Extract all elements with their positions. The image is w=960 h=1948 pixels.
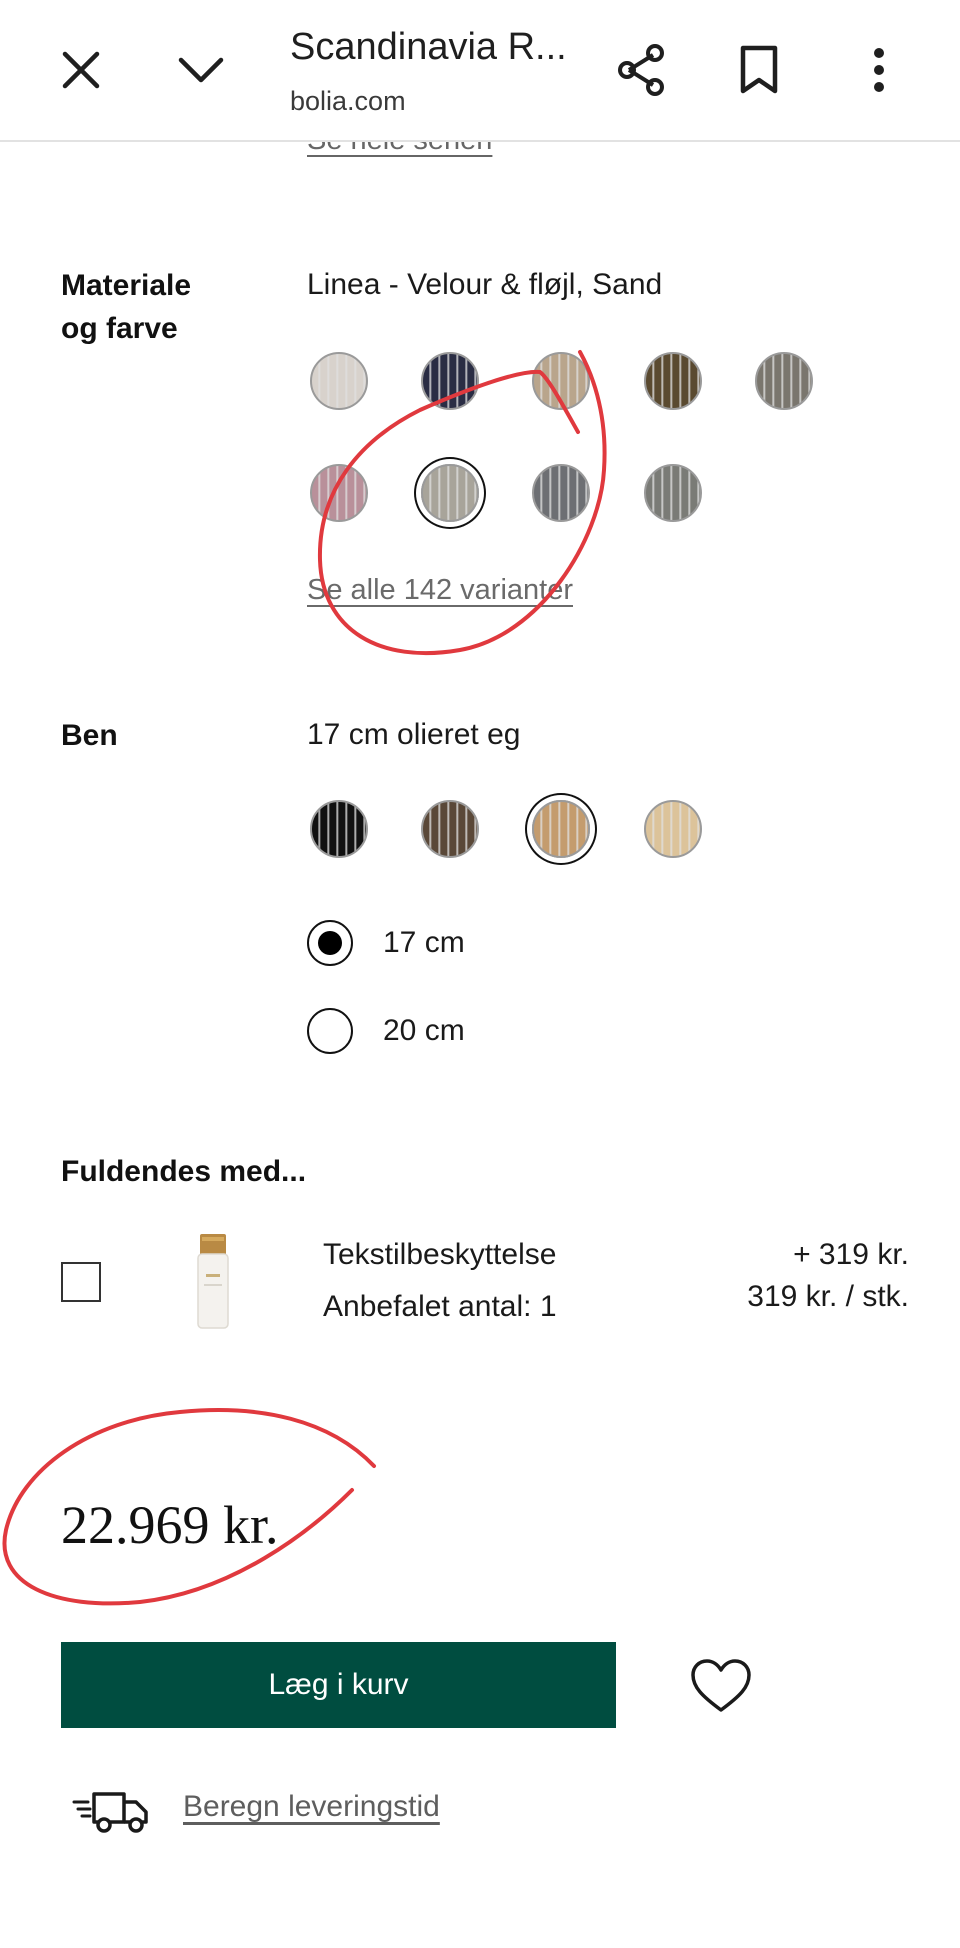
- legs-swatch-4[interactable]: [644, 800, 702, 858]
- see-all-variants-link[interactable]: Se alle 142 varianter: [307, 574, 573, 607]
- truck-icon: [72, 1788, 152, 1834]
- page-title[interactable]: Scandinavia R...: [290, 26, 567, 69]
- legs-swatch-1[interactable]: [310, 800, 368, 858]
- addon-unit-price: 319 kr. / stk.: [747, 1280, 909, 1313]
- material-label-line2: og farve: [61, 312, 178, 345]
- legs-swatch-2[interactable]: [421, 800, 479, 858]
- addon-price: + 319 kr.: [793, 1238, 909, 1271]
- add-to-cart-button[interactable]: Læg i kurv: [61, 1642, 616, 1728]
- share-icon[interactable]: [605, 34, 677, 106]
- selected-legs: 17 cm olieret eg: [307, 718, 521, 751]
- material-swatch-3[interactable]: [532, 352, 590, 410]
- bookmark-icon[interactable]: [723, 34, 795, 106]
- material-swatch-6[interactable]: [310, 464, 368, 522]
- browser-toolbar: Scandinavia R... bolia.com: [0, 0, 960, 142]
- radio-17cm-label[interactable]: 17 cm: [383, 926, 465, 960]
- heart-icon[interactable]: [690, 1658, 752, 1714]
- material-swatch-8[interactable]: [532, 464, 590, 522]
- material-swatch-9[interactable]: [644, 464, 702, 522]
- material-swatch-2[interactable]: [421, 352, 479, 410]
- legs-label: Ben: [61, 719, 118, 752]
- page-url[interactable]: bolia.com: [290, 86, 406, 117]
- close-icon[interactable]: [45, 34, 117, 106]
- material-label-line1: Materiale: [61, 269, 192, 302]
- legs-swatch-3[interactable]: [532, 800, 590, 858]
- chevron-down-icon[interactable]: [165, 34, 237, 106]
- delivery-time-link[interactable]: Beregn leveringstid: [183, 1790, 440, 1824]
- addon-recommended: Anbefalet antal: 1: [323, 1290, 557, 1323]
- selected-material: Linea - Velour & fløjl, Sand: [307, 268, 663, 301]
- material-swatch-5[interactable]: [755, 352, 813, 410]
- product-price: 22.969 kr.: [61, 1495, 279, 1555]
- material-label: Materiale og farve: [61, 264, 191, 350]
- material-swatch-4[interactable]: [644, 352, 702, 410]
- material-swatch-7[interactable]: [421, 464, 479, 522]
- material-swatch-1[interactable]: [310, 352, 368, 410]
- addon-checkbox[interactable]: [61, 1262, 101, 1302]
- textile-protection-image: [196, 1234, 230, 1330]
- radio-20cm-label[interactable]: 20 cm: [383, 1014, 465, 1048]
- addon-name[interactable]: Tekstilbeskyttelse: [323, 1238, 556, 1272]
- radio-20cm[interactable]: [307, 1008, 353, 1054]
- radio-17cm[interactable]: [307, 920, 353, 966]
- more-vert-icon[interactable]: [843, 34, 915, 106]
- addons-heading: Fuldendes med...: [61, 1155, 307, 1188]
